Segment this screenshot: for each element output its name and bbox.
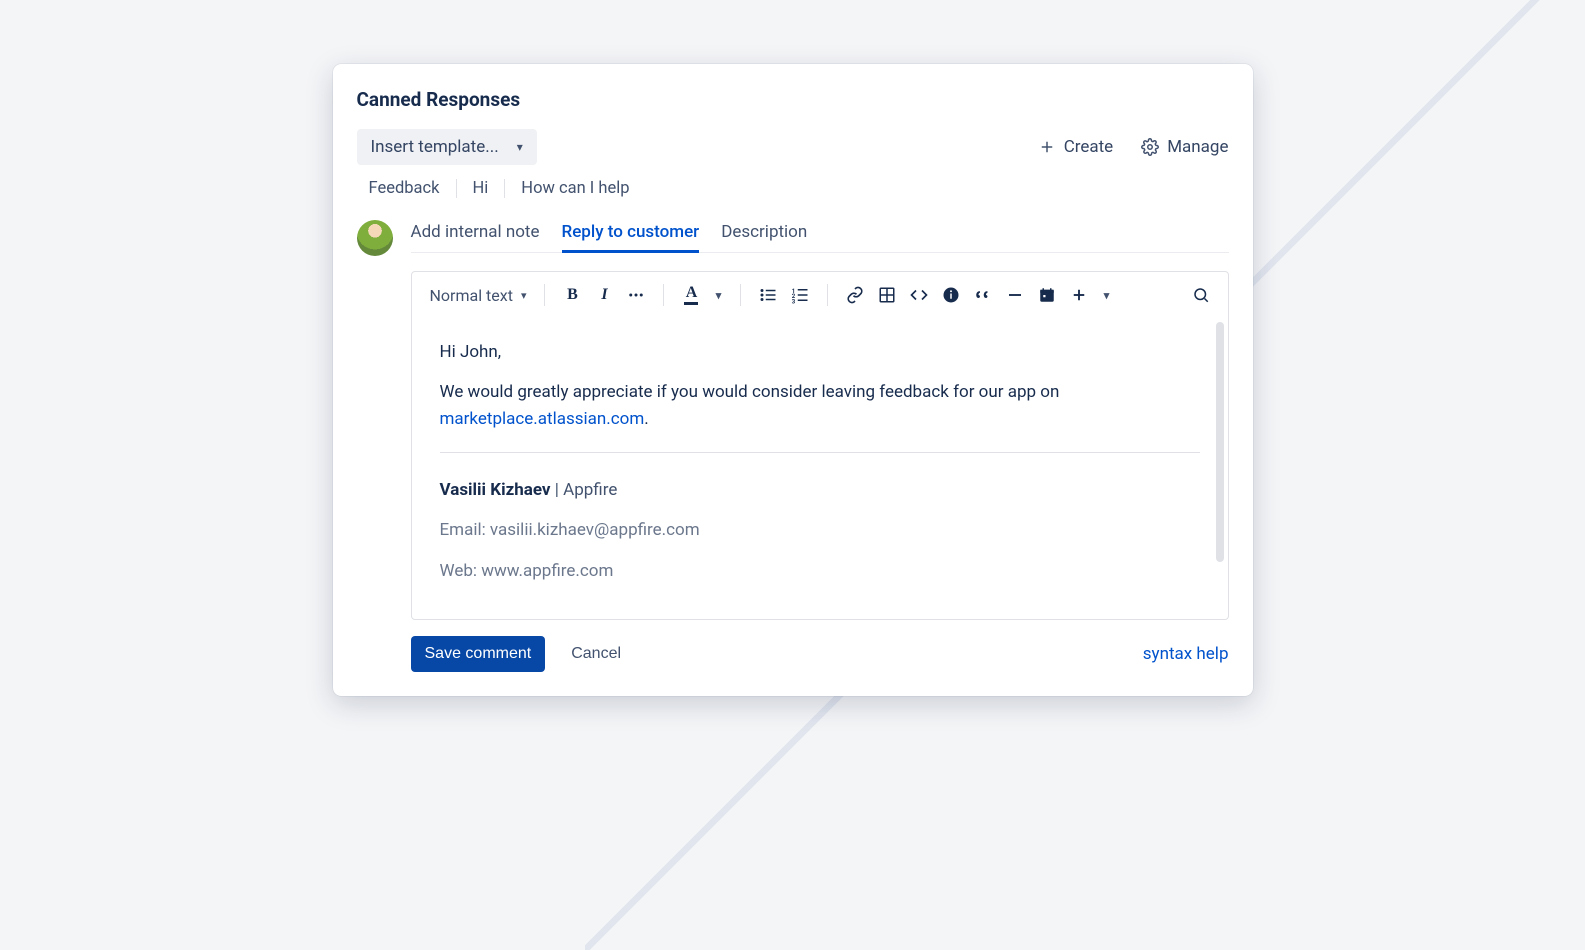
body-paragraph: We would greatly appreciate if you would…: [440, 379, 1200, 432]
find-replace-button[interactable]: [1188, 282, 1214, 308]
plus-icon: [1038, 138, 1056, 156]
signature-email: vasilii.kizhaev@appfire.com: [490, 520, 700, 540]
insert-more-button[interactable]: [1066, 282, 1092, 308]
create-button[interactable]: Create: [1038, 137, 1114, 157]
insert-more-chevron[interactable]: ▾: [1098, 282, 1114, 308]
editor-body[interactable]: Hi John, We would greatly appreciate if …: [412, 319, 1228, 619]
info-icon: [942, 286, 960, 304]
svg-text:3: 3: [792, 298, 796, 304]
italic-button[interactable]: I: [591, 282, 617, 308]
body-text: We would greatly appreciate if you would…: [440, 382, 1060, 402]
toolbar-separator: [663, 284, 664, 306]
body-text-after: .: [644, 409, 648, 429]
bold-button[interactable]: B: [559, 282, 585, 308]
table-button[interactable]: [874, 282, 900, 308]
gear-icon: [1141, 138, 1159, 156]
signature-email-line: Email: vasilii.kizhaev@appfire.com: [440, 517, 1200, 543]
divider-button[interactable]: [1002, 282, 1028, 308]
table-icon: [878, 286, 896, 304]
search-icon: [1192, 286, 1210, 304]
comment-area: Add internal note Reply to customer Desc…: [357, 218, 1229, 672]
more-formatting-button[interactable]: [623, 282, 649, 308]
info-panel-button[interactable]: [938, 282, 964, 308]
code-icon: [910, 286, 928, 304]
toolbar-separator: [544, 284, 545, 306]
cancel-button[interactable]: Cancel: [557, 636, 635, 672]
tab-description[interactable]: Description: [721, 218, 807, 252]
quote-button[interactable]: [970, 282, 996, 308]
marketplace-link[interactable]: marketplace.atlassian.com: [440, 409, 645, 429]
signature-email-label: Email:: [440, 520, 490, 540]
quick-template-chips: Feedback Hi How can I help: [357, 179, 1229, 198]
insert-template-dropdown[interactable]: Insert template... ▾: [357, 129, 537, 165]
chevron-down-icon: ▾: [1104, 289, 1110, 302]
ellipsis-icon: [627, 286, 645, 304]
manage-button[interactable]: Manage: [1141, 137, 1228, 157]
signature-name: Vasilii Kizhaev: [440, 480, 551, 500]
editor-footer: Save comment Cancel syntax help: [411, 636, 1229, 672]
quote-icon: [974, 286, 992, 304]
text-style-label: Normal text: [430, 286, 513, 305]
signature-company: Appfire: [563, 480, 617, 500]
avatar: [357, 220, 393, 256]
canned-responses-panel: Canned Responses Insert template... ▾ Cr…: [333, 64, 1253, 696]
panel-actions: Create Manage: [1038, 137, 1229, 157]
signature-web-line: Web: www.appfire.com: [440, 558, 1200, 584]
code-button[interactable]: [906, 282, 932, 308]
date-button[interactable]: [1034, 282, 1060, 308]
tab-reply-to-customer[interactable]: Reply to customer: [562, 218, 700, 252]
text-color-chevron[interactable]: ▾: [710, 282, 726, 308]
quick-template-feedback[interactable]: Feedback: [369, 179, 457, 198]
signature-web: www.appfire.com: [481, 561, 613, 581]
calendar-icon: [1038, 286, 1056, 304]
chevron-down-icon: ▾: [716, 289, 722, 302]
text-color-icon: A: [684, 285, 698, 305]
bullet-list-icon: [759, 286, 777, 304]
bullet-list-button[interactable]: [755, 282, 781, 308]
manage-label: Manage: [1167, 137, 1228, 157]
quick-template-how-can-i-help[interactable]: How can I help: [505, 179, 645, 198]
editor-toolbar: Normal text ▾ B I A: [412, 272, 1228, 319]
toolbar-separator: [827, 284, 828, 306]
numbered-list-button[interactable]: 123: [787, 282, 813, 308]
text-style-dropdown[interactable]: Normal text ▾: [426, 284, 531, 307]
comment-tabs: Add internal note Reply to customer Desc…: [411, 218, 1229, 253]
numbered-list-icon: 123: [791, 286, 809, 304]
save-comment-button[interactable]: Save comment: [411, 636, 546, 672]
rich-text-editor: Normal text ▾ B I A: [411, 271, 1229, 620]
plus-icon: [1070, 286, 1088, 304]
link-button[interactable]: [842, 282, 868, 308]
template-toolbar-row: Insert template... ▾ Create Manage: [357, 129, 1229, 165]
create-label: Create: [1064, 137, 1114, 157]
text-color-button[interactable]: A: [678, 282, 704, 308]
signature-web-label: Web:: [440, 561, 482, 581]
toolbar-separator: [740, 284, 741, 306]
scrollbar[interactable]: [1216, 322, 1224, 562]
signature-divider: [440, 452, 1200, 453]
chevron-down-icon: ▾: [517, 140, 523, 154]
minus-icon: [1006, 286, 1024, 304]
signature-name-line: Vasilii Kizhaev | Appfire: [440, 477, 1200, 503]
syntax-help-link[interactable]: syntax help: [1143, 644, 1229, 664]
chevron-down-icon: ▾: [521, 289, 527, 302]
tab-add-internal-note[interactable]: Add internal note: [411, 218, 540, 252]
panel-title: Canned Responses: [357, 88, 1229, 111]
insert-template-label: Insert template...: [371, 137, 499, 157]
greeting-line: Hi John,: [440, 339, 1200, 365]
link-icon: [846, 286, 864, 304]
quick-template-hi[interactable]: Hi: [457, 179, 506, 198]
